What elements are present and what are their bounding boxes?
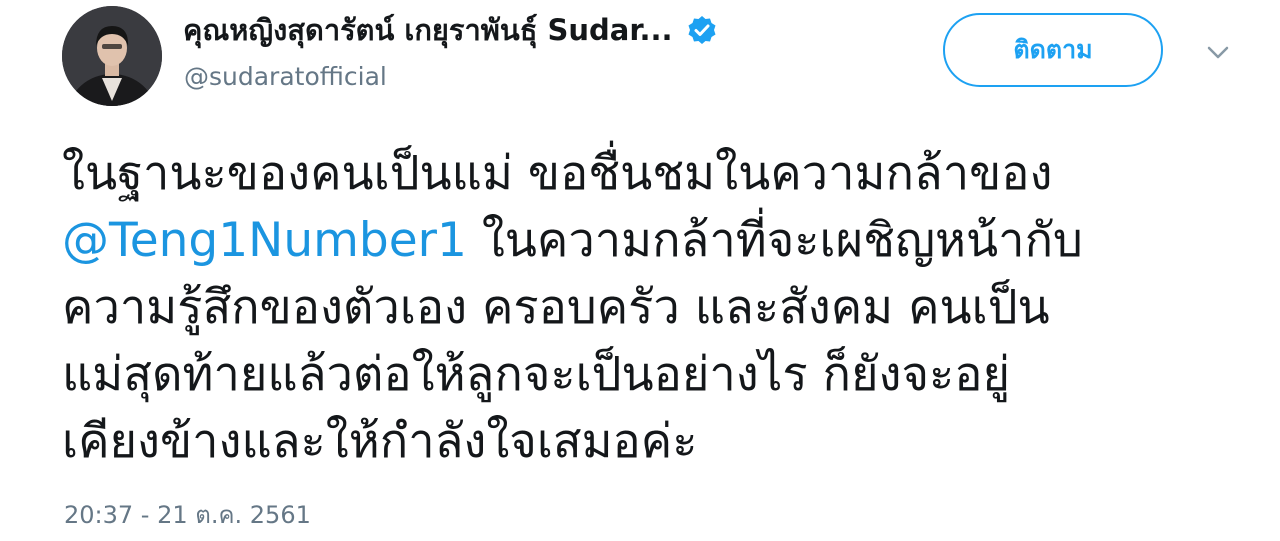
tweet-timestamp[interactable]: 20:37 - 21 ต.ค. 2561 bbox=[64, 498, 311, 532]
author-display-name[interactable]: คุณหญิงสุดารัตน์ เกยุราพันธุ์ Sudar... bbox=[183, 10, 673, 50]
tweet-text-segment: ในความกล้าที่จะเผชิญหน้ากับ bbox=[466, 213, 1083, 268]
author-handle[interactable]: @sudaratofficial bbox=[184, 60, 387, 94]
chevron-down-icon[interactable] bbox=[1203, 40, 1233, 64]
tweet-text: ในฐานะของคนเป็นแม่ ขอชื่นชมในความกล้าของ… bbox=[62, 140, 1242, 475]
tweet-text-line: ในฐานะของคนเป็นแม่ ขอชื่นชมในความกล้าของ bbox=[62, 146, 1053, 201]
tweet-text-line: @Teng1Number1 ในความกล้าที่จะเผชิญหน้ากั… bbox=[62, 207, 1242, 274]
avatar[interactable] bbox=[62, 6, 162, 106]
author-name-row: คุณหญิงสุดารัตน์ เกยุราพันธุ์ Sudar... bbox=[183, 10, 717, 50]
verified-badge-icon bbox=[687, 15, 717, 45]
avatar-image bbox=[62, 6, 162, 106]
tweet-card: คุณหญิงสุดารัตน์ เกยุราพันธุ์ Sudar... @… bbox=[0, 0, 1280, 541]
tweet-text-line: แม่สุดท้ายแล้วต่อให้ลูกจะเป็นอย่างไร ก็ย… bbox=[62, 347, 1011, 402]
mention-link[interactable]: @Teng1Number1 bbox=[62, 213, 467, 268]
tweet-text-line: เคียงข้างและให้กำลังใจเสมอค่ะ bbox=[62, 414, 698, 469]
tweet-text-line: ความรู้สึกของตัวเอง ครอบครัว และสังคม คน… bbox=[62, 280, 1050, 335]
follow-button[interactable]: ติดตาม bbox=[943, 13, 1163, 87]
